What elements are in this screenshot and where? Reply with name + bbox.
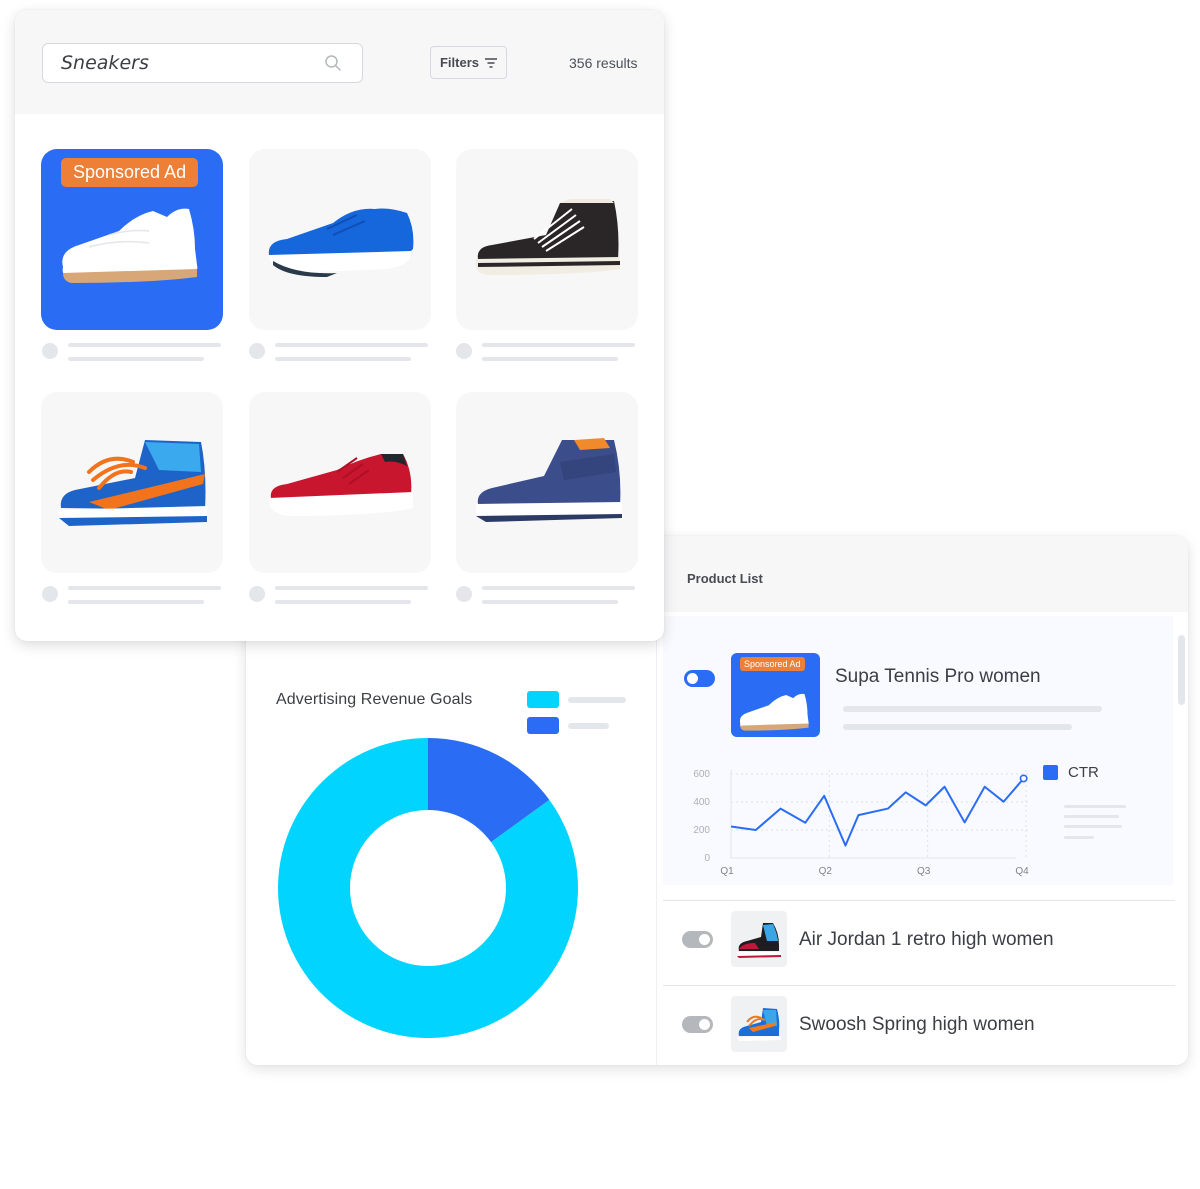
white-sneaker-icon	[739, 693, 809, 731]
title-placeholder	[275, 343, 428, 347]
seller-avatar-placeholder	[456, 343, 472, 359]
product-thumbnail	[731, 996, 787, 1052]
black-high-top-icon	[475, 199, 620, 275]
product-name[interactable]: Supa Tennis Pro women	[835, 666, 1041, 688]
toggle-knob	[699, 1019, 710, 1030]
seller-avatar-placeholder	[249, 343, 265, 359]
ctr-legend-swatch	[1043, 765, 1058, 780]
toggle-knob	[687, 673, 698, 684]
y-tick-label: 400	[693, 797, 710, 808]
y-tick-label: 600	[693, 769, 710, 780]
x-tick-label: Q4	[1015, 866, 1029, 876]
jordan-sneaker-icon	[737, 923, 781, 958]
title-placeholder	[275, 586, 428, 590]
filters-button[interactable]: Filters	[430, 46, 507, 79]
search-input[interactable]	[42, 43, 363, 83]
legend-placeholder	[1064, 805, 1126, 808]
product-tile[interactable]	[41, 392, 223, 573]
product-tile[interactable]	[456, 392, 638, 573]
title-placeholder	[68, 586, 221, 590]
seller-avatar-placeholder	[42, 343, 58, 359]
product-list-scrollbar[interactable]	[1178, 635, 1185, 705]
legend-label-placeholder	[568, 697, 626, 703]
description-placeholder	[843, 706, 1102, 712]
product-toggle[interactable]	[684, 670, 715, 687]
legend-swatch-cyan	[527, 691, 559, 708]
white-sneaker-icon	[62, 208, 198, 283]
price-placeholder	[482, 600, 618, 604]
price-placeholder	[275, 600, 411, 604]
ctr-data-point	[1019, 774, 1028, 783]
x-tick-label: Q2	[819, 866, 833, 876]
ctr-line-chart: 0 200 400 600 Q1 Q2 Q3 Q4	[693, 769, 1031, 876]
seller-avatar-placeholder	[456, 586, 472, 602]
search-icon[interactable]	[324, 54, 342, 72]
product-thumbnail	[731, 911, 787, 967]
blue-orange-high-top-icon	[58, 440, 207, 526]
y-tick-label: 200	[693, 825, 710, 836]
toggle-knob	[699, 934, 710, 945]
red-sneaker-icon	[268, 454, 413, 516]
swoosh-sneaker-icon	[737, 1008, 781, 1041]
product-name[interactable]: Air Jordan 1 retro high women	[799, 929, 1054, 951]
x-tick-label: Q3	[917, 866, 931, 876]
legend-label-placeholder	[568, 723, 609, 729]
product-toggle[interactable]	[682, 1016, 713, 1033]
navy-high-top-icon	[475, 438, 622, 522]
product-list-title: Product List	[687, 571, 763, 586]
price-placeholder	[68, 357, 204, 361]
revenue-donut-chart	[278, 738, 578, 1038]
product-name[interactable]: Swoosh Spring high women	[799, 1014, 1035, 1036]
price-placeholder	[68, 600, 204, 604]
search-header: Filters 356 results	[15, 10, 664, 114]
search-results-card: Filters 356 results Sponsored Ad	[15, 10, 664, 641]
legend-placeholder	[1064, 825, 1122, 828]
ctr-series-line	[730, 777, 1025, 847]
title-placeholder	[68, 343, 221, 347]
revenue-goals-title: Advertising Revenue Goals	[276, 691, 473, 708]
legend-placeholder	[1064, 815, 1119, 818]
legend-swatch-blue	[527, 717, 559, 734]
product-tile[interactable]	[249, 149, 431, 330]
results-count: 356 results	[569, 55, 638, 71]
description-placeholder	[843, 724, 1072, 730]
title-placeholder	[482, 586, 635, 590]
product-list-panel: Product List Sponsored Ad Supa Tennis Pr…	[658, 536, 1188, 1065]
price-placeholder	[275, 357, 411, 361]
y-tick-label: 0	[704, 853, 710, 864]
product-list-header: Product List	[658, 536, 1188, 612]
product-tile[interactable]	[249, 392, 431, 573]
filter-icon	[485, 57, 497, 68]
product-tile-sponsored[interactable]: Sponsored Ad	[41, 149, 223, 330]
product-thumbnail: Sponsored Ad	[731, 653, 820, 737]
filters-label: Filters	[439, 55, 479, 70]
row-divider	[663, 985, 1175, 986]
x-tick-label: Q1	[720, 866, 734, 876]
price-placeholder	[482, 357, 618, 361]
seller-avatar-placeholder	[249, 586, 265, 602]
seller-avatar-placeholder	[42, 586, 58, 602]
ctr-legend-label: CTR	[1068, 764, 1099, 781]
row-divider	[663, 900, 1175, 901]
blue-running-shoe-icon	[268, 208, 414, 277]
legend-placeholder	[1064, 836, 1094, 839]
product-tile[interactable]	[456, 149, 638, 330]
title-placeholder	[482, 343, 635, 347]
sponsored-ad-badge: Sponsored Ad	[61, 158, 199, 187]
product-toggle[interactable]	[682, 931, 713, 948]
